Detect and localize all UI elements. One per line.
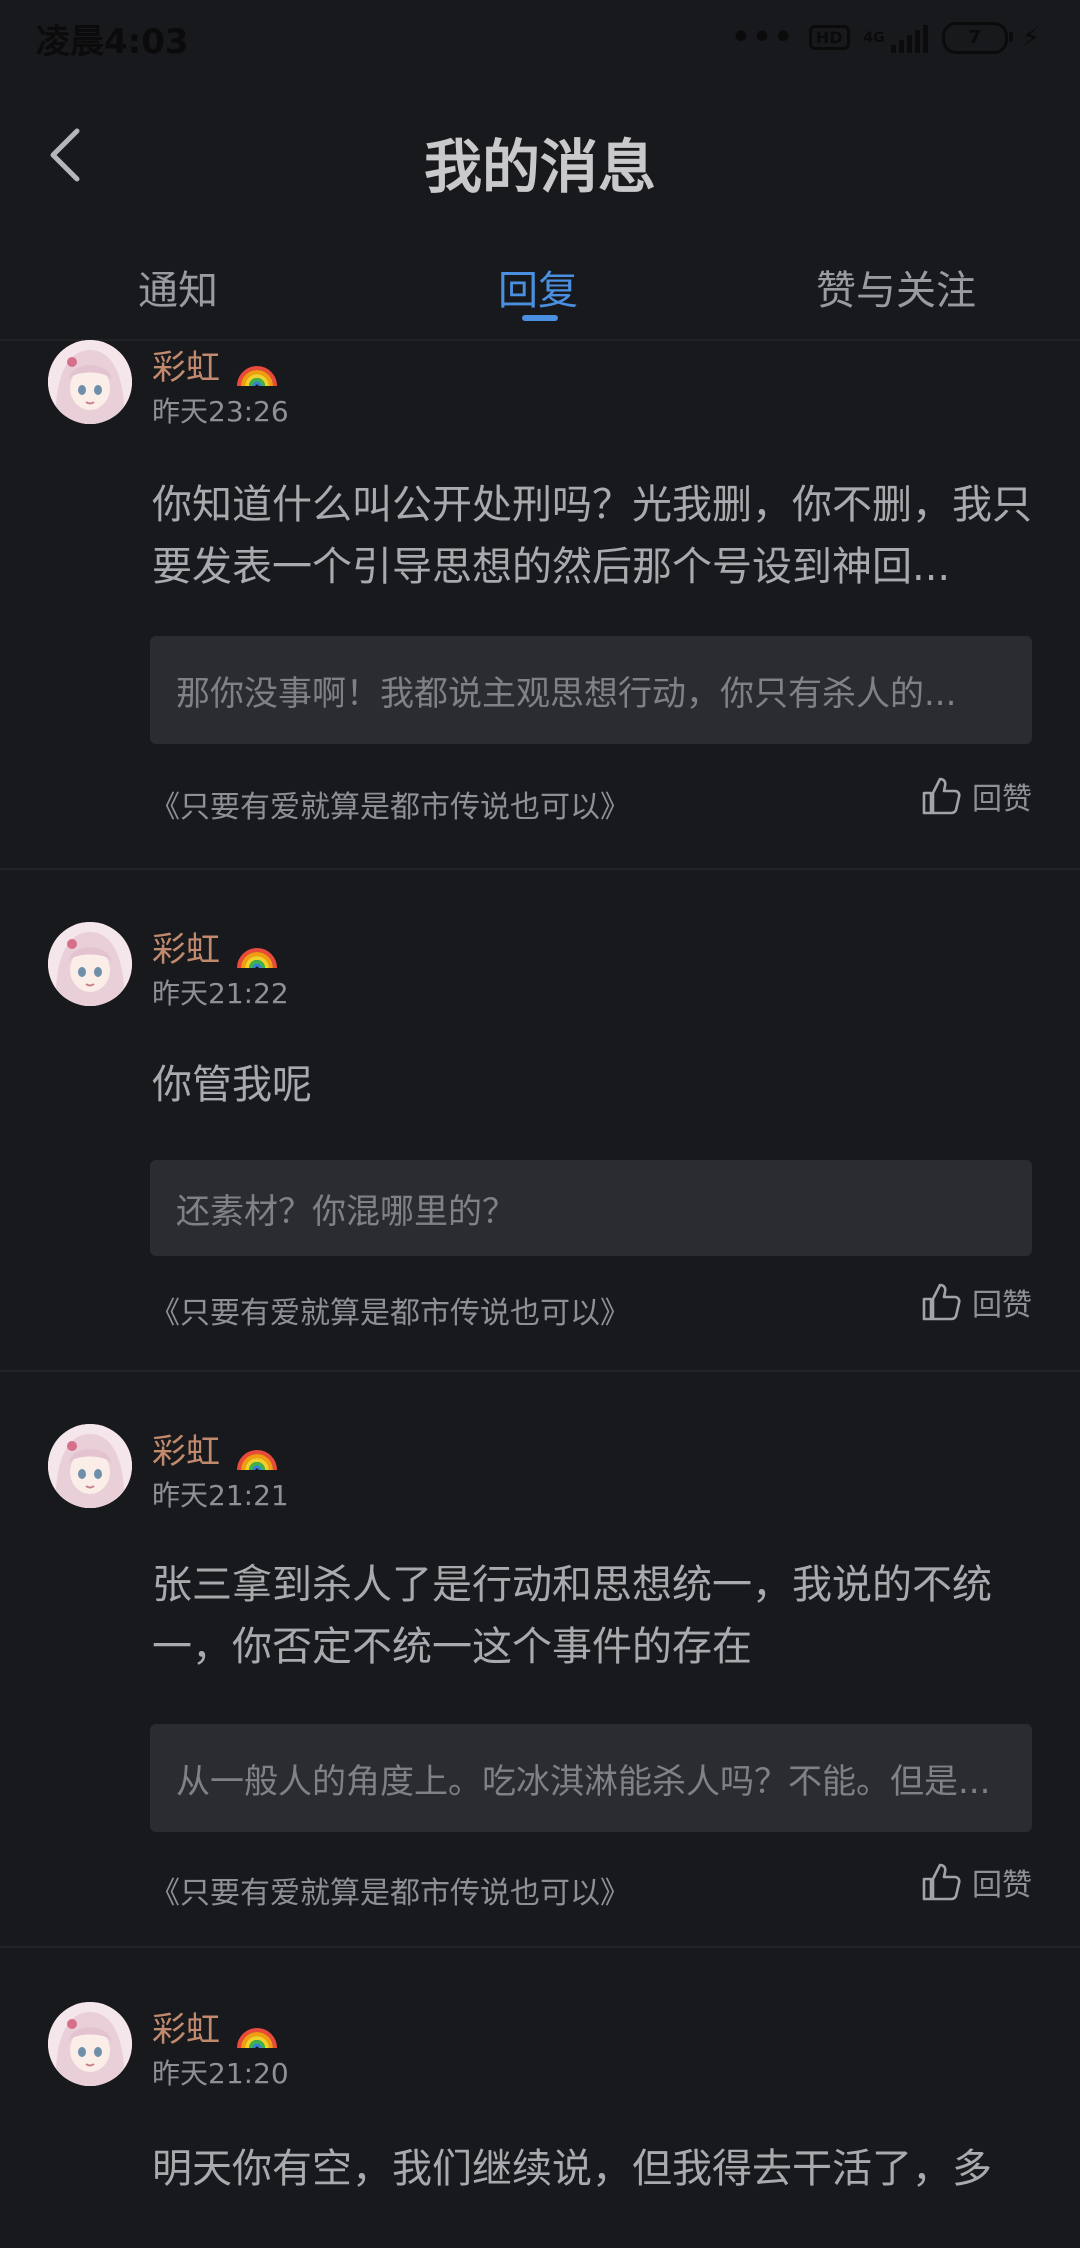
like-back-label: 回赞 [972, 782, 1032, 817]
quoted-text: 还素材？你混哪里的？ [176, 1191, 516, 1232]
list-item[interactable]: 彩虹 昨天21:20 明天你有空，我们继续说，但我得去干活了，多 [0, 1948, 1080, 2248]
avatar-image [48, 1424, 132, 1508]
battery-icon: 7 [941, 21, 1013, 54]
reply-content[interactable]: 张三拿到杀人了是行动和思想统一，我说的不统一，你否定不统一这个事件的存在 [152, 1554, 1032, 1678]
avatar-image [48, 922, 132, 1006]
quoted-text: 从一般人的角度上。吃冰淇淋能杀人吗？不能。但是... [176, 1761, 991, 1802]
username-text: 彩虹 [152, 1432, 220, 1472]
avatar[interactable] [48, 1424, 132, 1508]
reply-content[interactable]: 明天你有空，我们继续说，但我得去干活了，多 [152, 2138, 1052, 2200]
hd-icon: HD [808, 25, 850, 50]
message-list: 彩虹 昨天23:26 你知道什么叫公开处刑吗？光我删，你不删，我只要发表一个引导… [0, 340, 1080, 2248]
page-title: 我的消息 [423, 133, 656, 201]
active-tab-indicator [522, 315, 558, 321]
username[interactable]: 彩虹 [152, 1424, 279, 1474]
reply-content[interactable]: 你管我呢 [152, 1054, 1032, 1116]
rainbow-icon [236, 947, 277, 968]
username[interactable]: 彩虹 [152, 2002, 279, 2052]
tab-replies[interactable]: 回复 [498, 258, 578, 316]
username-text: 彩虹 [152, 930, 220, 970]
timestamp: 昨天23:26 [152, 395, 289, 428]
reply-content[interactable]: 你知道什么叫公开处刑吗？光我删，你不删，我只要发表一个引导思想的然后那个号设到神… [152, 474, 1032, 598]
tab-notifications[interactable]: 通知 [138, 258, 218, 316]
like-back-label: 回赞 [972, 1868, 1032, 1903]
quoted-comment[interactable]: 还素材？你混哪里的？ [150, 1160, 1032, 1256]
username[interactable]: 彩虹 [152, 340, 279, 390]
username[interactable]: 彩虹 [152, 922, 279, 972]
avatar-image [48, 340, 132, 424]
charging-icon: ⚡ [1021, 22, 1040, 53]
avatar[interactable] [48, 340, 132, 424]
header: 我的消息 [0, 80, 1080, 230]
signal-icon [890, 23, 928, 53]
list-item[interactable]: 彩虹 昨天23:26 你知道什么叫公开处刑吗？光我删，你不删，我只要发表一个引导… [0, 340, 1080, 870]
quoted-comment[interactable]: 那你没事啊！我都说主观思想行动，你只有杀人的... [150, 636, 1032, 744]
source-title[interactable]: 《只要有爱就算是都市传说也可以》 [150, 1868, 630, 1912]
tab-bar: 通知 回复 赞与关注 [0, 240, 1080, 340]
battery-level: 7 [968, 27, 981, 48]
username-text: 彩虹 [152, 348, 220, 388]
source-title[interactable]: 《只要有爱就算是都市传说也可以》 [150, 1288, 630, 1332]
rainbow-icon [236, 365, 277, 386]
tab-likes-follows[interactable]: 赞与关注 [816, 258, 976, 316]
network-type: 4G [863, 29, 885, 46]
avatar[interactable] [48, 2002, 132, 2086]
source-title[interactable]: 《只要有爱就算是都市传说也可以》 [150, 782, 630, 826]
status-time: 凌晨4:03 [36, 22, 189, 62]
quoted-text: 那你没事啊！我都说主观思想行动，你只有杀人的... [176, 673, 957, 714]
like-back-button[interactable]: 回赞 [920, 1860, 1032, 1904]
username-text: 彩虹 [152, 2010, 220, 2050]
list-item[interactable]: 彩虹 昨天21:22 你管我呢 还素材？你混哪里的？ 《只要有爱就算是都市传说也… [0, 870, 1080, 1372]
timestamp: 昨天21:20 [152, 2057, 289, 2090]
quoted-comment[interactable]: 从一般人的角度上。吃冰淇淋能杀人吗？不能。但是... [150, 1724, 1032, 1832]
rainbow-icon [236, 1449, 277, 1470]
avatar-image [48, 2002, 132, 2086]
status-icons: ••• HD 4G 7 ⚡ [731, 20, 1040, 55]
status-bar: 凌晨4:03 ••• HD 4G 7 ⚡ [0, 0, 1080, 80]
avatar[interactable] [48, 922, 132, 1006]
like-back-button[interactable]: 回赞 [920, 1280, 1032, 1324]
timestamp: 昨天21:22 [152, 977, 289, 1010]
list-item[interactable]: 彩虹 昨天21:21 张三拿到杀人了是行动和思想统一，我说的不统一，你否定不统一… [0, 1372, 1080, 1948]
like-back-label: 回赞 [972, 1288, 1032, 1323]
thumbs-up-icon [922, 1283, 961, 1321]
timestamp: 昨天21:21 [152, 1479, 289, 1512]
like-back-button[interactable]: 回赞 [920, 774, 1032, 818]
more-dots-icon: ••• [731, 20, 795, 55]
thumbs-up-icon [922, 1863, 961, 1901]
thumbs-up-icon [922, 777, 961, 815]
rainbow-icon [236, 2027, 277, 2048]
